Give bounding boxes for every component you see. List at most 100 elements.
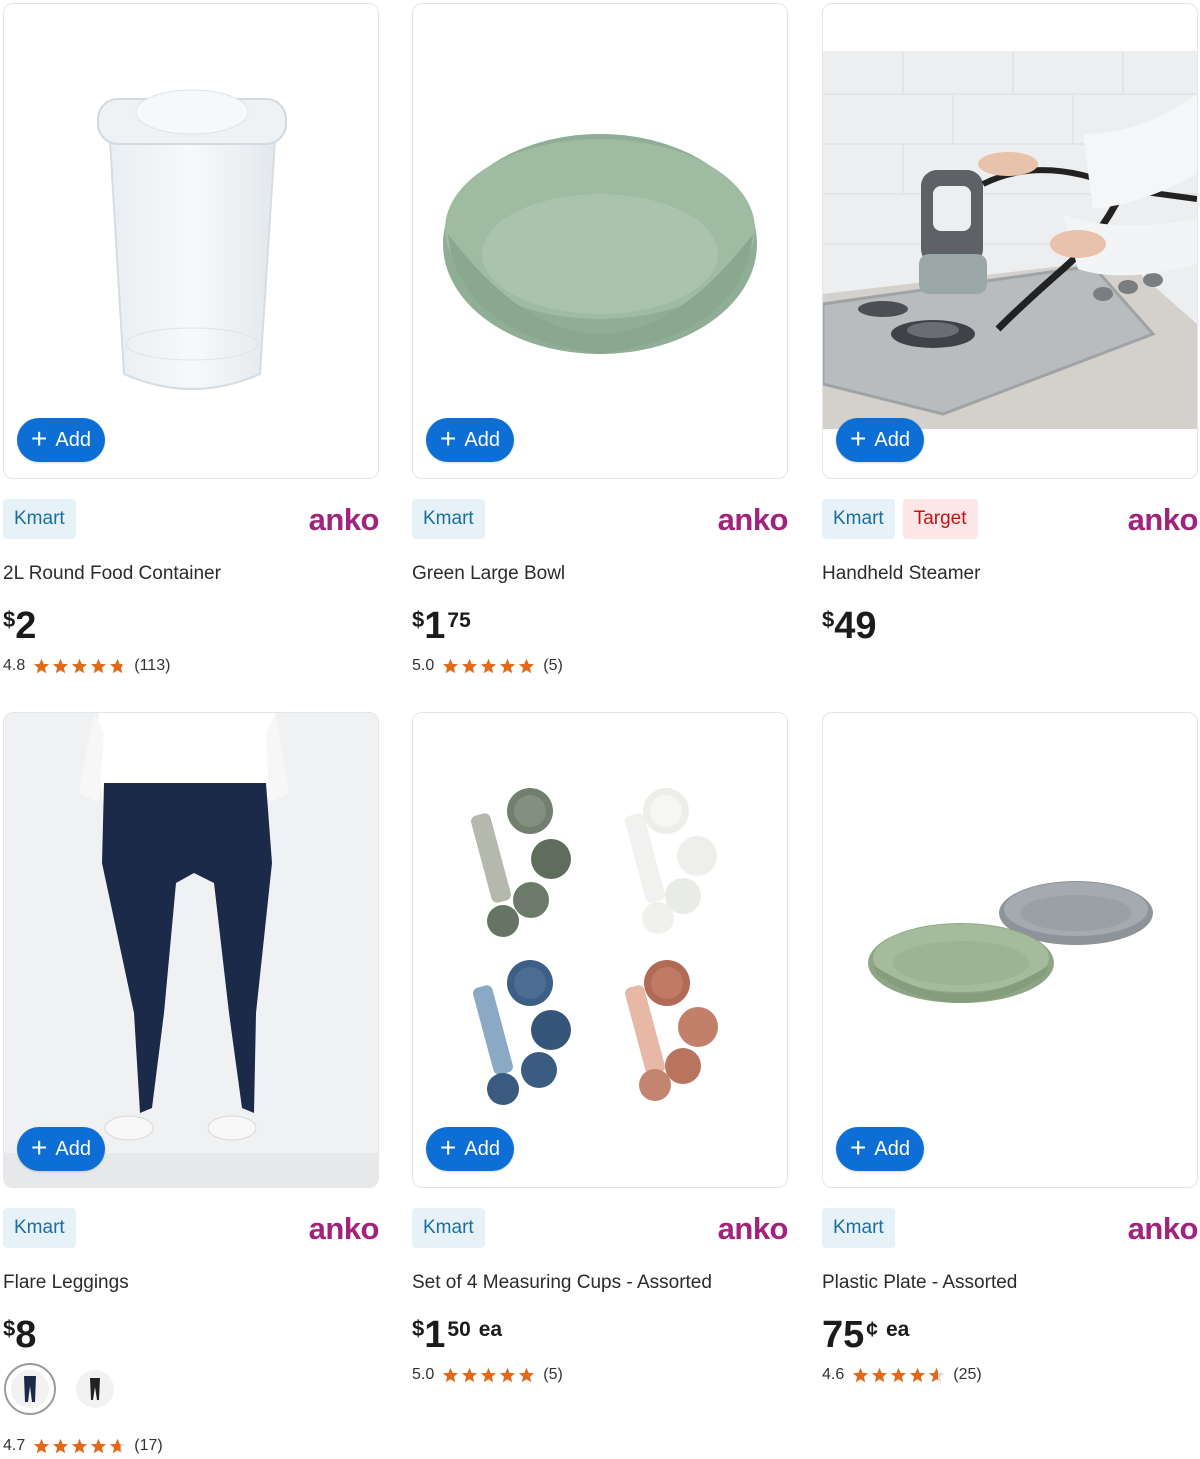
star-icon — [443, 658, 459, 673]
retailer-tag-kmart[interactable]: Kmart — [822, 1208, 895, 1248]
star-icon — [462, 658, 478, 673]
price: $ 2 — [3, 605, 37, 647]
product-card[interactable]: + Add Kmart anko Plastic Plate - Assorted… — [822, 712, 1199, 1392]
product-image[interactable] — [822, 712, 1198, 1188]
star-icon — [500, 658, 516, 673]
rating-value: 5.0 — [412, 657, 435, 674]
plus-icon: + — [31, 422, 48, 454]
product-card[interactable]: + Add Kmart Target anko Handheld Steamer … — [822, 3, 1199, 683]
plus-icon: + — [850, 1131, 867, 1163]
star-icon — [110, 1438, 126, 1453]
star-icon — [872, 1367, 888, 1382]
brand-logo[interactable]: anko — [718, 502, 789, 538]
star-icon — [910, 1367, 926, 1382]
rating-value: 4.8 — [3, 657, 26, 674]
price-unit: ea — [885, 1318, 910, 1341]
cups-green — [471, 788, 571, 937]
price: 75 ¢ ea — [822, 1314, 910, 1356]
review-count: (17) — [134, 1437, 163, 1454]
star-icon — [500, 1367, 516, 1382]
product-card[interactable]: + Add Kmart anko Set of 4 Measuring Cups … — [412, 712, 789, 1392]
brand-logo[interactable]: anko — [1128, 1211, 1199, 1247]
retailer-tag-kmart[interactable]: Kmart — [412, 499, 485, 539]
retailer-tags: Kmart Target — [822, 499, 978, 539]
star-icon — [110, 658, 126, 673]
add-button[interactable]: + Add — [426, 1127, 514, 1171]
star-rating-icon — [33, 658, 126, 675]
star-icon — [91, 1438, 107, 1453]
rating[interactable]: 5.0 (5) — [412, 657, 563, 675]
price: $ 8 — [3, 1314, 37, 1356]
retailer-tag-target[interactable]: Target — [902, 499, 978, 539]
product-card[interactable]: + Add Kmart anko Flare Leggings $ 8 4.7 (… — [3, 712, 380, 1457]
star-icon — [519, 658, 535, 673]
star-icon — [481, 1367, 497, 1382]
rating-value: 4.7 — [3, 1437, 26, 1454]
steamer-image — [823, 51, 1197, 429]
star-icon — [891, 1367, 907, 1382]
retailer-tag-kmart[interactable]: Kmart — [412, 1208, 485, 1248]
cups-terracotta — [625, 960, 718, 1101]
retailer-tags: Kmart — [822, 1208, 895, 1248]
product-title[interactable]: Plastic Plate - Assorted — [822, 1272, 1017, 1294]
product-image[interactable] — [412, 3, 788, 479]
star-icon — [481, 658, 497, 673]
rating[interactable]: 4.8 (113) — [3, 657, 170, 675]
brand-logo[interactable]: anko — [309, 502, 380, 538]
star-icon — [72, 658, 88, 673]
add-button[interactable]: + Add — [836, 1127, 924, 1171]
product-title[interactable]: Green Large Bowl — [412, 563, 565, 585]
add-button[interactable]: + Add — [836, 418, 924, 462]
star-icon — [519, 1367, 535, 1382]
rating[interactable]: 5.0 (5) — [412, 1366, 563, 1384]
brand-logo[interactable]: anko — [718, 1211, 789, 1247]
swatch-black[interactable] — [75, 1369, 115, 1409]
add-button[interactable]: + Add — [426, 418, 514, 462]
swatch-navy[interactable] — [3, 1362, 57, 1416]
retailer-tags: Kmart — [412, 1208, 485, 1248]
review-count: (5) — [543, 1366, 563, 1383]
plus-icon: + — [850, 422, 867, 454]
star-icon — [34, 1438, 50, 1453]
price: $ 1 75 — [412, 605, 471, 647]
product-image[interactable] — [3, 3, 379, 479]
star-icon — [53, 658, 69, 673]
product-card[interactable]: + Add Kmart anko Green Large Bowl $ 1 75 … — [412, 3, 789, 683]
star-icon — [91, 658, 107, 673]
product-card[interactable]: + Add Kmart anko 2L Round Food Container … — [3, 3, 380, 683]
retailer-tag-kmart[interactable]: Kmart — [3, 1208, 76, 1248]
star-rating-icon — [442, 658, 535, 675]
product-image[interactable] — [412, 712, 788, 1188]
food-container-image — [97, 89, 287, 390]
review-count: (25) — [953, 1366, 982, 1383]
cups-white — [625, 788, 717, 934]
product-title[interactable]: 2L Round Food Container — [3, 563, 221, 585]
price-unit: ea — [478, 1318, 503, 1341]
star-icon — [462, 1367, 478, 1382]
brand-logo[interactable]: anko — [309, 1211, 380, 1247]
retailer-tag-kmart[interactable]: Kmart — [822, 499, 895, 539]
star-rating-icon — [442, 1367, 535, 1384]
product-title[interactable]: Flare Leggings — [3, 1272, 129, 1294]
rating[interactable]: 4.7 (17) — [3, 1437, 163, 1455]
green-bowl-image — [443, 134, 757, 354]
plastic-plates-image — [868, 881, 1153, 1003]
add-button[interactable]: + Add — [17, 418, 105, 462]
rating[interactable]: 4.6 (25) — [822, 1366, 982, 1384]
product-title[interactable]: Handheld Steamer — [822, 563, 980, 585]
leggings-image — [4, 713, 378, 1187]
star-icon — [853, 1367, 869, 1382]
measuring-cups-image — [471, 788, 718, 1105]
star-icon — [72, 1438, 88, 1453]
retailer-tags: Kmart — [3, 499, 76, 539]
brand-logo[interactable]: anko — [1128, 502, 1199, 538]
star-icon — [929, 1367, 945, 1382]
colour-swatches — [3, 1362, 115, 1416]
product-title[interactable]: Set of 4 Measuring Cups - Assorted — [412, 1272, 712, 1294]
retailer-tag-kmart[interactable]: Kmart — [3, 499, 76, 539]
product-image[interactable] — [822, 3, 1198, 479]
product-image[interactable] — [3, 712, 379, 1188]
add-button[interactable]: + Add — [17, 1127, 105, 1171]
retailer-tags: Kmart — [412, 499, 485, 539]
star-icon — [443, 1367, 459, 1382]
